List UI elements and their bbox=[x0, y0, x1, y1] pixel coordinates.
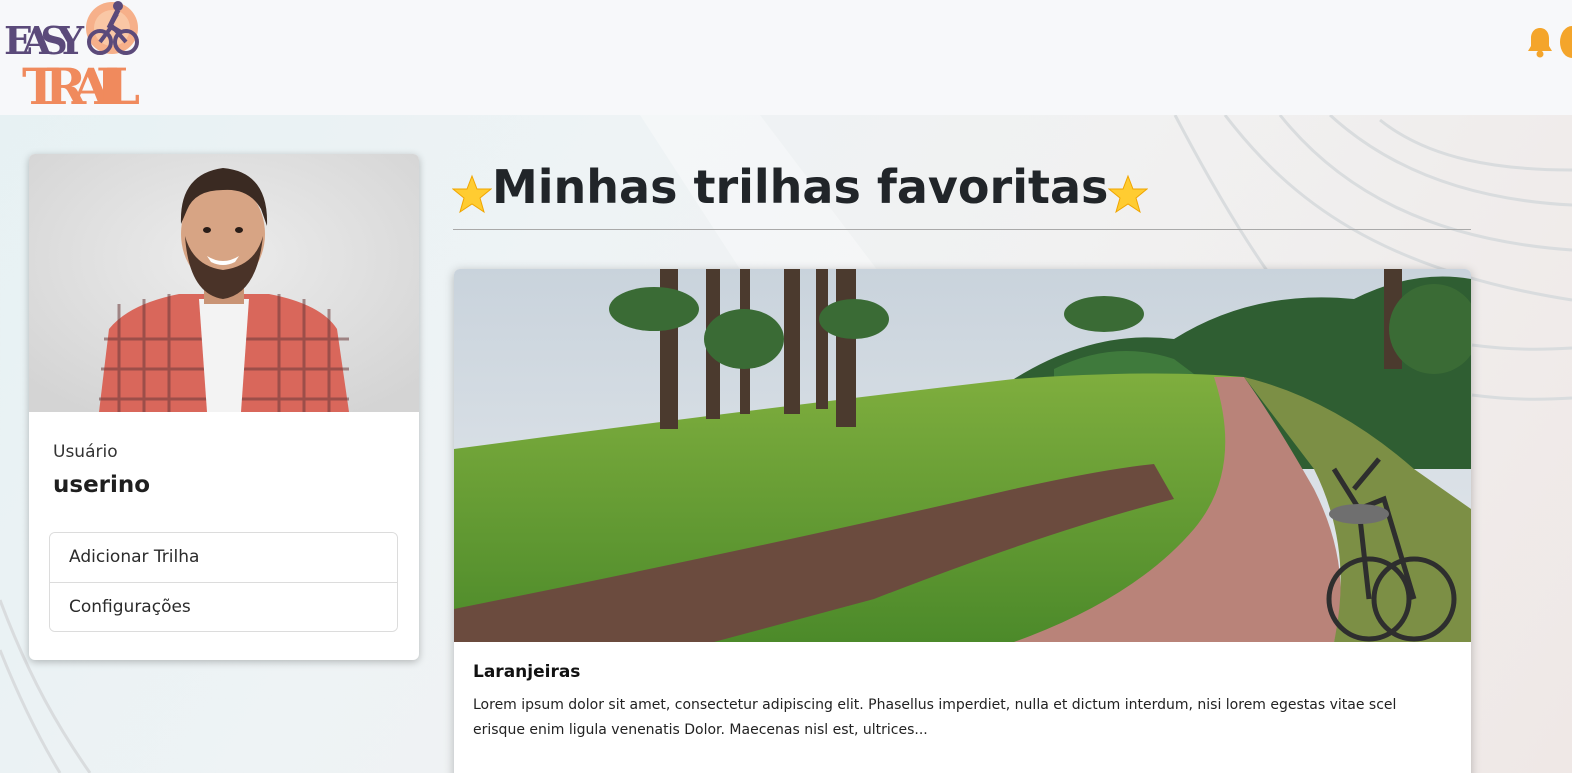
trail-card[interactable]: Laranjeiras Lorem ipsum dolor sit amet, … bbox=[454, 269, 1471, 773]
user-label: Usuário bbox=[53, 442, 118, 462]
profile-card: Usuário userino Adicionar Trilha Configu… bbox=[29, 154, 419, 660]
add-trail-menu-item[interactable]: Adicionar Trilha bbox=[50, 533, 397, 582]
user-avatar-button[interactable] bbox=[1560, 26, 1572, 58]
bell-icon bbox=[1528, 28, 1552, 58]
trail-description: Lorem ipsum dolor sit amet, consectetur … bbox=[473, 697, 1397, 738]
user-name: userino bbox=[53, 472, 151, 498]
settings-menu-item[interactable]: Configurações bbox=[50, 582, 397, 631]
profile-menu: Adicionar Trilha Configurações bbox=[49, 532, 398, 632]
page-title-row: Minhas trilhas favoritas bbox=[452, 152, 1149, 222]
trail-photo bbox=[454, 269, 1471, 642]
star-icon bbox=[452, 174, 492, 214]
top-navbar: EASY TRAIL bbox=[0, 0, 1572, 116]
cyclist-logo-icon: EASY TRAIL bbox=[4, 1, 140, 116]
star-icon bbox=[1108, 174, 1149, 214]
profile-photo bbox=[29, 154, 419, 412]
logo-text-trail: TRAIL bbox=[22, 57, 140, 108]
page-title: Minhas trilhas favoritas bbox=[492, 160, 1109, 214]
trail-title: Laranjeiras bbox=[473, 662, 581, 682]
title-divider bbox=[453, 229, 1471, 230]
notifications-button[interactable] bbox=[1526, 26, 1554, 58]
easy-trail-logo[interactable]: EASY TRAIL bbox=[2, 0, 142, 116]
